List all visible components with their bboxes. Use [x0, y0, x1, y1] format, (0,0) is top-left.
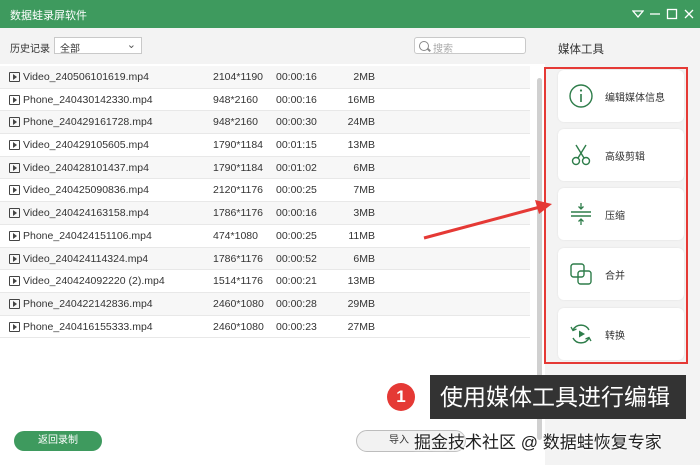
file-duration: 00:00:16: [276, 93, 317, 106]
file-row[interactable]: Phone_240430142330.mp4 948*2160 00:00:16 16…: [0, 88, 530, 112]
file-duration: 00:00:16: [276, 207, 317, 220]
file-resolution: 2120*1176: [213, 184, 264, 197]
file-resolution: 2460*1080: [213, 297, 264, 310]
file-size: 3MB: [353, 207, 375, 220]
video-file-icon: [9, 321, 20, 332]
file-row[interactable]: Phone_240429161728.mp4 948*2160 00:00:30 24…: [0, 111, 530, 135]
file-name: Phone_240424151106.mp4: [23, 229, 152, 242]
file-duration: 00:00:25: [276, 184, 317, 197]
history-filter-select[interactable]: 全部 ⌄: [54, 37, 142, 55]
file-resolution: 948*2160: [213, 116, 258, 129]
video-file-icon: [9, 298, 20, 309]
file-name: Phone_240430142330.mp4: [23, 93, 153, 106]
file-resolution: 1786*1176: [213, 207, 264, 220]
chevron-down-icon: ⌄: [126, 39, 136, 51]
back-to-record-button[interactable]: 返回录制: [14, 431, 102, 451]
file-size: 13MB: [347, 139, 375, 152]
file-resolution: 474*1080: [213, 229, 258, 242]
file-duration: 00:00:23: [276, 320, 317, 333]
file-duration: 00:00:30: [276, 116, 317, 129]
file-size: 29MB: [347, 297, 375, 310]
media-tools-highlight: [544, 67, 688, 364]
file-duration: 00:00:21: [276, 275, 317, 288]
file-resolution: 1790*1184: [213, 139, 264, 152]
video-file-icon: [9, 140, 20, 151]
file-size: 24MB: [347, 116, 375, 129]
file-duration: 00:00:16: [276, 71, 317, 83]
file-name: Video_240429105605.mp4: [23, 139, 149, 152]
file-row[interactable]: Video_240424163158.mp4 1786*1176 00:00:16 3…: [0, 202, 530, 225]
video-file-icon: [9, 94, 20, 105]
file-size: 2MB: [353, 71, 375, 83]
close-icon[interactable]: [679, 4, 699, 24]
file-name: Phone_240422142836.mp4: [23, 297, 153, 310]
search-input[interactable]: 搜索: [414, 37, 526, 55]
file-resolution: 1790*1184: [213, 161, 264, 174]
file-name: Video_240424092220 (2).mp4: [23, 275, 165, 288]
file-row[interactable]: Video_240428101437.mp4 1790*1184 00:01:02 6…: [0, 156, 530, 180]
search-placeholder: 搜索: [433, 44, 453, 55]
file-row[interactable]: Phone_240416155333.mp4 2460*1080 00:00:23 2…: [0, 315, 530, 339]
file-duration: 00:00:52: [276, 252, 317, 265]
video-file-icon: [9, 185, 20, 196]
file-size: 6MB: [353, 252, 375, 265]
file-row[interactable]: Video_240429105605.mp4 1790*1184 00:01:15 1…: [0, 134, 530, 157]
file-duration: 00:00:28: [276, 297, 317, 310]
file-size: 7MB: [353, 184, 375, 197]
file-size: 6MB: [353, 161, 375, 174]
file-duration: 00:00:25: [276, 229, 317, 242]
video-file-icon: [9, 276, 20, 287]
file-name: Video_240506101619.mp4: [23, 71, 149, 83]
file-name: Video_240424114324.mp4: [23, 252, 149, 265]
search-icon: [419, 41, 429, 51]
file-row[interactable]: Video_240506101619.mp4 2104*1190 00:00:16 2…: [0, 66, 530, 89]
file-list: Video_240506101619.mp4 2104*1190 00:00:16 2…: [0, 66, 530, 339]
file-resolution: 948*2160: [213, 93, 258, 106]
file-name: Phone_240429161728.mp4: [23, 116, 153, 129]
file-resolution: 1786*1176: [213, 252, 264, 265]
step-annotation: 1 使用媒体工具进行编辑: [387, 375, 687, 419]
file-name: Video_240424163158.mp4: [23, 207, 149, 220]
file-duration: 00:01:15: [276, 139, 317, 152]
file-size: 27MB: [347, 320, 375, 333]
media-tools-title: 媒体工具: [558, 44, 604, 56]
file-size: 11MB: [348, 229, 375, 242]
video-file-icon: [9, 208, 20, 219]
title-bar: 数据蛙录屏软件: [0, 0, 700, 28]
history-toolbar: 历史记录 全部 ⌄ 搜索: [0, 28, 545, 64]
file-name: Video_240428101437.mp4: [23, 161, 149, 174]
file-size: 13MB: [347, 275, 375, 288]
history-filter-value: 全部: [60, 44, 80, 55]
step-caption: 使用媒体工具进行编辑: [430, 375, 686, 419]
file-row[interactable]: Phone_240422142836.mp4 2460*1080 00:00:28 2…: [0, 292, 530, 316]
file-row[interactable]: Video_240425090836.mp4 2120*1176 00:00:25 7…: [0, 179, 530, 203]
file-size: 16MB: [347, 93, 375, 106]
file-row[interactable]: Video_240424114324.mp4 1786*1176 00:00:52 6…: [0, 247, 530, 271]
video-file-icon: [9, 117, 20, 128]
video-file-icon: [9, 72, 20, 82]
file-duration: 00:01:02: [276, 161, 317, 174]
video-file-icon: [9, 253, 20, 264]
file-name: Phone_240416155333.mp4: [23, 320, 153, 333]
file-resolution: 1514*1176: [213, 275, 264, 288]
file-row[interactable]: Phone_240424151106.mp4 474*1080 00:00:25 11…: [0, 224, 530, 248]
step-number-badge: 1: [387, 383, 415, 411]
file-resolution: 2104*1190: [213, 71, 264, 83]
file-row[interactable]: Video_240424092220 (2).mp4 1514*1176 00:00…: [0, 270, 530, 293]
video-file-icon: [9, 230, 20, 241]
video-file-icon: [9, 162, 20, 173]
file-resolution: 2460*1080: [213, 320, 264, 333]
file-name: Video_240425090836.mp4: [23, 184, 149, 197]
window-title: 数据蛙录屏软件: [10, 10, 87, 22]
watermark: 掘金技术社区 @ 数据蛙恢复专家: [414, 433, 662, 452]
history-label: 历史记录: [10, 44, 50, 55]
